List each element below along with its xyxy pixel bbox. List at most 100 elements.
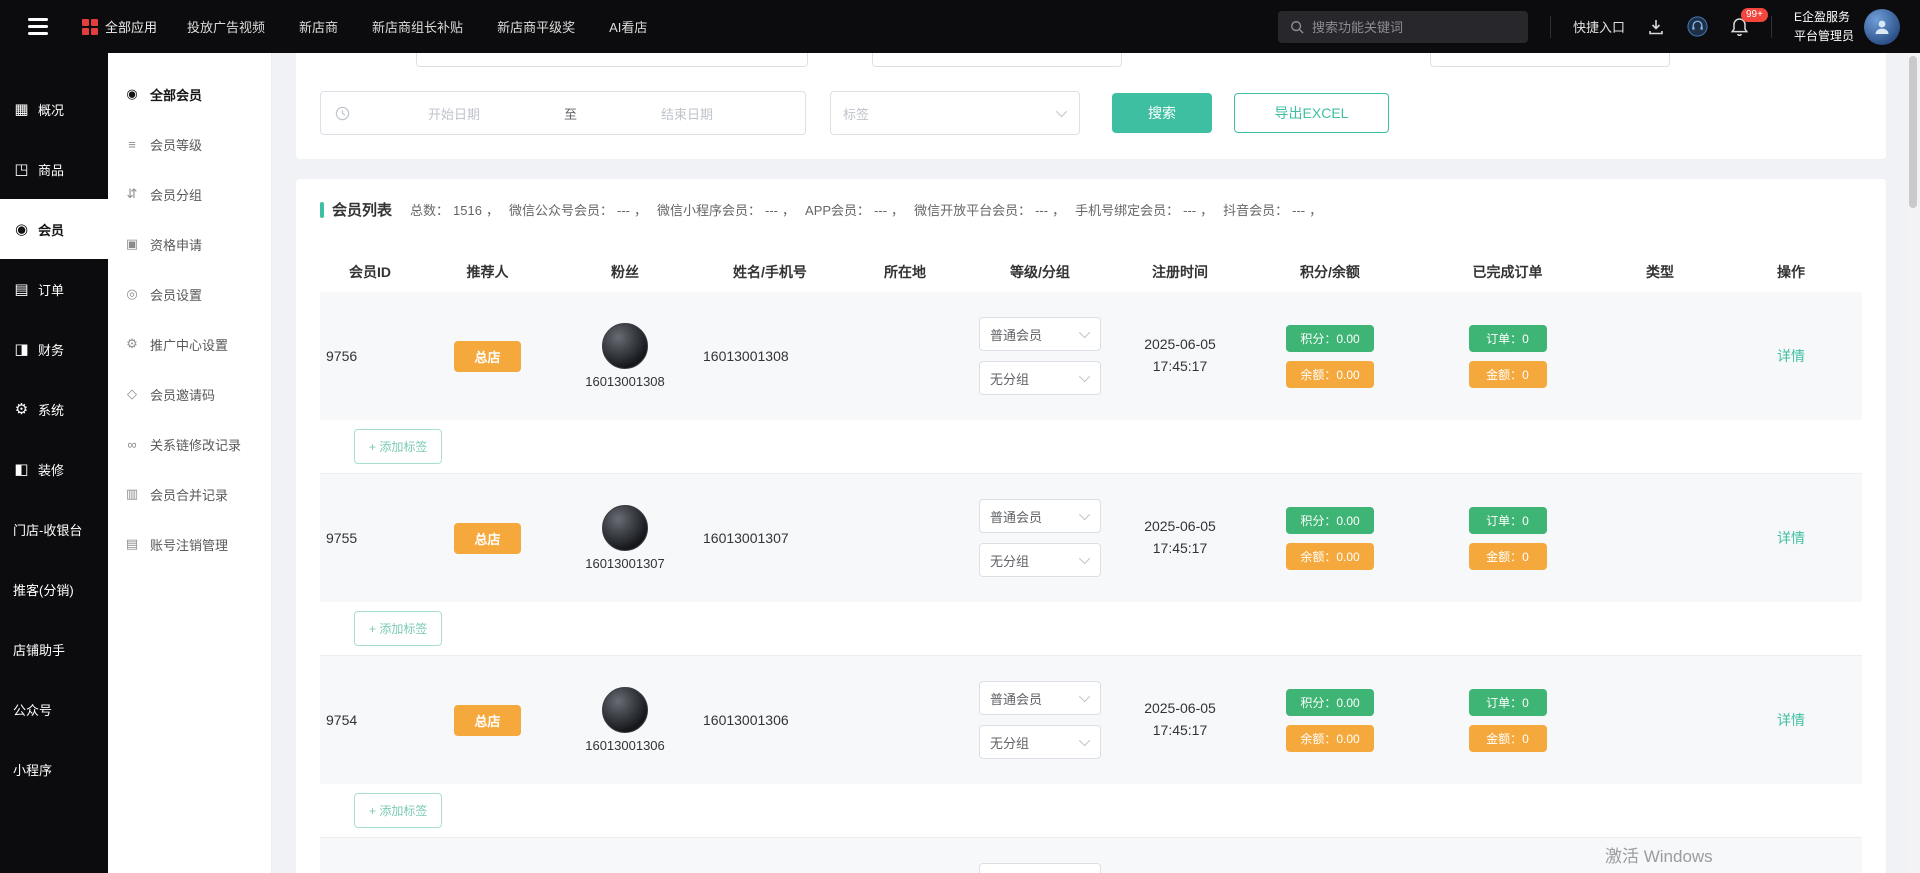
- submenu-member-levels[interactable]: ≡ 会员等级: [108, 119, 271, 169]
- submenu-invite-code[interactable]: ◇ 会员邀请码: [108, 369, 271, 419]
- sidebar-item-members[interactable]: ◉ 会员: [0, 199, 108, 259]
- stat-item: APP会员：---，: [805, 200, 914, 219]
- detail-link[interactable]: 详情: [1777, 712, 1805, 728]
- submenu-merge-log[interactable]: ▥ 会员合并记录: [108, 469, 271, 519]
- member-stats: 总数：1516， 微信公众号会员：---， 微信小程序会员：---， APP会员…: [410, 200, 1332, 219]
- amount-badge: 金额：0: [1469, 725, 1547, 752]
- sidebar-item-finance[interactable]: ◨ 财务: [0, 319, 108, 379]
- referrer-badge: 总店: [454, 705, 520, 736]
- sidebar-item-goods[interactable]: ◳ 商品: [0, 139, 108, 199]
- person-icon: [1872, 17, 1892, 37]
- sidebar-item-icon: ◉: [13, 220, 30, 238]
- level-select[interactable]: 普通会员: [979, 681, 1101, 715]
- tag-select-placeholder: 标签: [843, 104, 869, 123]
- all-apps-label: 全部应用: [105, 17, 157, 36]
- submenu-qualification-apply[interactable]: ▣ 资格申请: [108, 219, 271, 269]
- service-button[interactable]: [1687, 16, 1708, 37]
- sidebar-item-store-cashier[interactable]: 门店-收银台: [0, 499, 108, 559]
- members-submenu: ◉ 全部会员 ≡ 会员等级 ⇵ 会员分组 ▣ 资格申请 ◎ 会员设置: [108, 53, 272, 873]
- submenu-item-icon: ▤: [124, 536, 140, 552]
- sidebar-item-label: 商品: [38, 160, 64, 179]
- fans-phone: 16013001307: [585, 556, 665, 571]
- download-button[interactable]: [1647, 18, 1665, 36]
- submenu-all-members[interactable]: ◉ 全部会员: [108, 69, 271, 119]
- sidebar-item-decoration[interactable]: ◧ 装修: [0, 439, 108, 499]
- all-apps-button[interactable]: 全部应用: [82, 17, 157, 36]
- referrer-badge: 总店: [454, 523, 520, 554]
- submenu-relation-change-log[interactable]: ∞ 关系链修改记录: [108, 419, 271, 469]
- register-time: 2025-06-05 17:45:17: [1115, 334, 1245, 377]
- sidebar-item-mini-program[interactable]: 小程序: [0, 739, 108, 799]
- submenu-item-label: 会员邀请码: [150, 385, 215, 404]
- user-org-name: E企盈服务: [1794, 8, 1854, 27]
- hamburger-menu-button[interactable]: [24, 14, 52, 39]
- sidebar-item-label: 推客(分销): [13, 580, 74, 599]
- export-excel-button[interactable]: 导出EXCEL: [1234, 93, 1389, 133]
- group-select[interactable]: 无分组: [979, 361, 1101, 395]
- level-select[interactable]: 普通会员: [979, 499, 1101, 533]
- filter-row-bottom: 开始日期 至 结束日期 标签 搜索 导出EXCEL: [320, 91, 1862, 135]
- quick-entry-link[interactable]: 快捷入口: [1573, 17, 1625, 36]
- sidebar-item-icon: ◳: [13, 160, 30, 178]
- filter-input[interactable]: [872, 53, 1122, 67]
- notifications-button[interactable]: 99+: [1730, 17, 1749, 37]
- detail-link[interactable]: 详情: [1777, 530, 1805, 546]
- tag-select[interactable]: 标签: [830, 91, 1080, 135]
- balance-badge: 余额：0.00: [1286, 543, 1374, 570]
- topbar-nav-item[interactable]: 新店商组长补贴: [372, 17, 463, 36]
- submenu-item-label: 会员分组: [150, 185, 202, 204]
- search-button[interactable]: 搜索: [1112, 93, 1212, 133]
- end-date-placeholder: 结束日期: [583, 104, 791, 123]
- sidebar-item-distribution[interactable]: 推客(分销): [0, 559, 108, 619]
- register-clock: 17:45:17: [1153, 538, 1208, 560]
- stat-item: 微信公众号会员：---，: [509, 200, 657, 219]
- apps-grid-icon: [82, 19, 98, 35]
- sidebar-item-official-account[interactable]: 公众号: [0, 679, 108, 739]
- user-menu[interactable]: E企盈服务 平台管理员: [1794, 8, 1900, 45]
- add-tag-button[interactable]: + 添加标签: [354, 611, 442, 646]
- submenu-promotion-center-settings[interactable]: ⚙ 推广中心设置: [108, 319, 271, 369]
- sidebar-item-label: 财务: [38, 340, 64, 359]
- topbar-nav-item[interactable]: 新店商: [299, 17, 338, 36]
- group-select[interactable]: 无分组: [979, 543, 1101, 577]
- watermark-line1: 激活 Windows: [1605, 842, 1748, 867]
- detail-link[interactable]: 详情: [1777, 348, 1805, 364]
- scrollbar-track[interactable]: [1908, 53, 1918, 873]
- primary-sidebar: ▦ 概况 ◳ 商品 ◉ 会员 ▤ 订单 ◨ 财务: [0, 53, 108, 873]
- sidebar-item-overview[interactable]: ▦ 概况: [0, 79, 108, 139]
- submenu-member-groups[interactable]: ⇵ 会员分组: [108, 169, 271, 219]
- points-badge: 积分：0.00: [1286, 325, 1374, 352]
- sidebar-item-label: 会员: [38, 220, 64, 239]
- filter-input[interactable]: [416, 53, 808, 67]
- balance-badge: 余额：0.00: [1286, 725, 1374, 752]
- sidebar-item-icon: ◨: [13, 340, 30, 358]
- add-tag-button[interactable]: + 添加标签: [354, 429, 442, 464]
- submenu-item-icon: ⇵: [124, 186, 140, 202]
- group-select[interactable]: 无分组: [979, 725, 1101, 759]
- referrer-badge: 总店: [454, 341, 520, 372]
- submenu-item-icon: ∞: [124, 437, 140, 452]
- amount-badge: 金额：0: [1469, 543, 1547, 570]
- column-header: 积分/余额: [1245, 262, 1415, 282]
- orders-badge: 订单：0: [1469, 689, 1547, 716]
- level-select[interactable]: 普通会员: [979, 863, 1101, 873]
- scrollbar-thumb[interactable]: [1909, 56, 1917, 208]
- sidebar-item-orders[interactable]: ▤ 订单: [0, 259, 108, 319]
- sidebar-item-shop-assistant[interactable]: 店铺助手: [0, 619, 108, 679]
- submenu-member-settings[interactable]: ◎ 会员设置: [108, 269, 271, 319]
- add-tag-button[interactable]: + 添加标签: [354, 793, 442, 828]
- sidebar-item-system[interactable]: ⚙ 系统: [0, 379, 108, 439]
- topbar-divider: [1550, 16, 1551, 38]
- date-range-picker[interactable]: 开始日期 至 结束日期: [320, 91, 806, 135]
- level-select[interactable]: 普通会员: [979, 317, 1101, 351]
- topbar-nav-item[interactable]: AI看店: [609, 17, 647, 36]
- topbar-nav-item[interactable]: 投放广告视频: [187, 17, 265, 36]
- column-header: 已完成订单: [1415, 262, 1600, 282]
- points-badge: 积分：0.00: [1286, 507, 1374, 534]
- topbar-search-input[interactable]: 搜索功能关键词: [1278, 11, 1528, 43]
- submenu-account-cancellation[interactable]: ▤ 账号注销管理: [108, 519, 271, 569]
- filter-input[interactable]: [1430, 53, 1670, 67]
- stat-item: 微信开放平台会员：---，: [914, 200, 1075, 219]
- sidebar-item-icon: ◧: [13, 460, 30, 478]
- topbar-nav-item[interactable]: 新店商平级奖: [497, 17, 575, 36]
